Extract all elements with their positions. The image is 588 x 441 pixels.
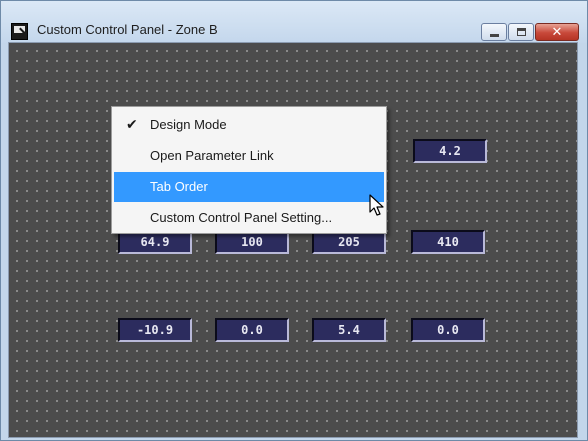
parameter-box[interactable]: 410 (411, 230, 485, 254)
menu-item-label: Tab Order (150, 179, 208, 194)
close-button[interactable]: ✕ (535, 23, 579, 41)
parameter-box[interactable]: 0.0 (215, 318, 289, 342)
context-menu: ✔ Design Mode Open Parameter Link Tab Or… (111, 106, 387, 234)
window-controls: ✕ (480, 23, 579, 41)
menu-item-label: Open Parameter Link (150, 148, 274, 163)
parameter-box[interactable]: 4.2 (413, 139, 487, 163)
maximize-button[interactable] (508, 23, 534, 41)
minimize-icon (490, 34, 499, 37)
menu-item-label: Design Mode (150, 117, 227, 132)
parameter-box[interactable]: 5.4 (312, 318, 386, 342)
app-icon[interactable] (11, 23, 28, 40)
design-canvas[interactable] (8, 42, 578, 438)
menu-item-tab-order[interactable]: Tab Order (114, 172, 384, 202)
menu-item-label: Custom Control Panel Setting... (150, 210, 333, 225)
parameter-box[interactable]: -10.9 (118, 318, 192, 342)
parameter-box[interactable]: 0.0 (411, 318, 485, 342)
minimize-button[interactable] (481, 23, 507, 41)
check-icon: ✔ (126, 116, 138, 132)
menu-item-design-mode[interactable]: ✔ Design Mode (114, 110, 384, 140)
cursor-icon (369, 194, 384, 216)
title-bar[interactable]: Custom Control Panel - Zone B ✕ (1, 1, 587, 43)
menu-item-custom-control-panel-setting[interactable]: Custom Control Panel Setting... (114, 203, 384, 233)
maximize-icon (517, 28, 526, 36)
menu-item-open-parameter-link[interactable]: Open Parameter Link (114, 141, 384, 171)
window-title: Custom Control Panel - Zone B (37, 22, 218, 37)
close-icon: ✕ (551, 24, 563, 39)
